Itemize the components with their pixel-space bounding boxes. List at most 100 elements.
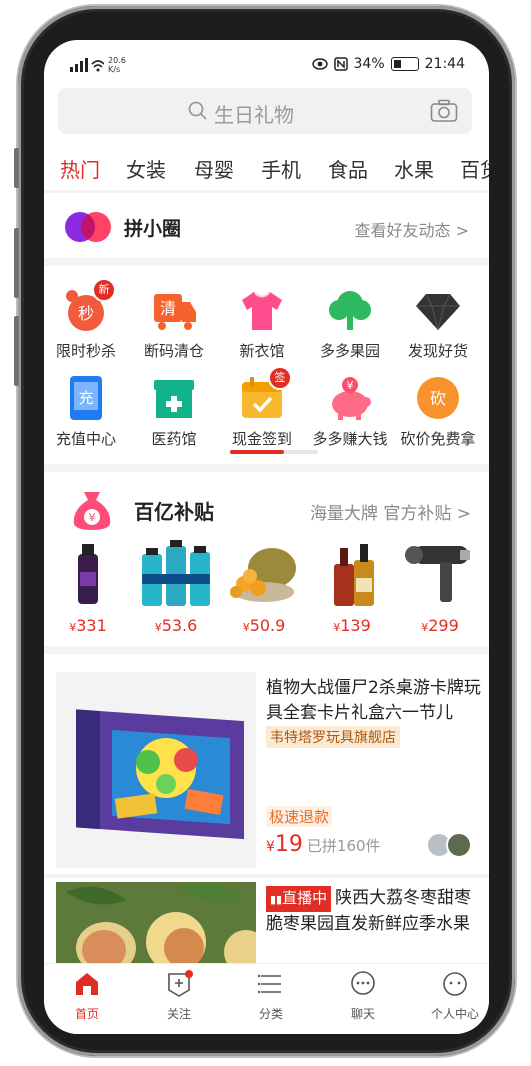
truck-icon: 清 [150,286,198,334]
nav-home[interactable]: 首页 [52,970,122,1022]
grid-label: 多多果园 [319,342,380,360]
live-tag: ▮▮直播中 [266,886,332,912]
eye-icon [311,58,328,70]
grid-label: 新衣馆 [239,342,285,360]
checkin-badge: 签 [268,366,292,390]
subsidy-product[interactable]: ¥50.9 [224,540,304,635]
nav-follow[interactable]: 关注 [144,970,214,1022]
tab-women[interactable]: 女装 [126,154,166,183]
grid-checkin[interactable]: 签 现金签到 [218,366,306,449]
product-massage-gun-image [405,546,470,602]
svg-text:¥: ¥ [89,511,96,524]
nav-label: 个人中心 [430,1007,479,1021]
nav-chat[interactable]: 聊天 [328,970,398,1022]
grid-new-clothes[interactable]: 新衣馆 [218,286,306,361]
grid-label: 限时秒杀 [55,342,116,360]
view-friends-link[interactable]: 查看好友动态 > [355,217,470,241]
profile-icon [443,972,467,996]
tab-fruit[interactable]: 水果 [394,154,434,183]
divider [44,464,489,472]
nav-label: 关注 [166,1007,191,1021]
tree-icon [326,286,374,334]
grid-flash-sale[interactable]: 秒 新 限时秒杀 [44,278,130,361]
diamond-icon [414,286,462,334]
chat-icon [351,971,375,995]
subsidy-product[interactable]: ¥53.6 [136,540,216,635]
search-bar[interactable]: 生日礼物 [58,88,472,134]
battery-percent: 34% [353,56,385,72]
grid-label: 砍价免费拿 [400,430,476,448]
phone-topup-icon: 充 [62,374,110,422]
pin-circle-row[interactable]: 拼小圈 查看好友动态 > [44,196,489,258]
product-mouthwash-image [142,540,210,606]
feed-product-title-live[interactable]: ▮▮直播中 陕西大荔冬枣甜枣脆枣果园直发新鲜应季水果 [266,886,486,937]
feed-product-title[interactable]: 植物大战僵尸2杀桌游卡牌玩具全套卡片礼盒六一节儿 [266,676,486,726]
grid-label: 发现好货 [407,342,468,360]
nav-profile[interactable]: 个人中心 [420,970,489,1022]
grid-discover[interactable]: 发现好货 [394,286,482,361]
home-icon [76,973,98,995]
shirt-icon [238,286,286,334]
grid-bargain[interactable]: 砍 砍价免费拿 [394,374,482,449]
grid-label: 断码清仓 [143,342,204,360]
divider [44,874,489,878]
divider [44,190,489,193]
subsidy-header[interactable]: ¥ 百亿补贴 海量大牌 官方补贴 > [44,478,489,538]
new-badge: 新 [92,278,116,302]
network-speed: 20.6 K/s [108,56,126,74]
app-screen: 20.6 K/s 34% 21:44 生日礼物 热门 女装 母婴 手机 食品 水… [44,40,489,1034]
subsidy-product[interactable]: ¥139 [312,540,392,635]
subsidy-link[interactable]: 海量大牌 官方补贴 > [310,499,471,524]
shop-tag[interactable]: 韦特塔罗玩具旗舰店 [266,726,400,748]
tab-food[interactable]: 食品 [328,154,368,183]
pin-circle-logo-icon [65,212,111,242]
tab-general[interactable]: 百货 [460,154,489,183]
svg-text:砍: 砍 [430,389,446,408]
signal-icon [70,58,104,72]
product-fruit-image [230,548,296,602]
category-tabs: 热门 女装 母婴 手机 食品 水果 百货 [44,148,489,196]
money-bag-icon: ¥ [73,492,111,530]
tab-hot[interactable]: 热门 [60,154,100,183]
grid-earn-money[interactable]: ¥ 多多赚大钱 [306,374,394,449]
product-price: ¥53.6 [154,616,198,635]
svg-text:¥: ¥ [347,379,354,392]
feed-product-price: ¥19 已拼160件 [266,832,381,857]
subsidy-product[interactable]: ¥299 [400,540,480,635]
fast-refund-tag: 极速退款 [266,806,333,827]
subsidy-title: 百亿补贴 [134,500,214,524]
side-button [14,316,19,386]
product-price: ¥139 [333,616,371,635]
grid-scroll-indicator [230,450,318,454]
grid-label: 现金签到 [231,430,292,448]
grid-clearance[interactable]: 清 断码清仓 [130,286,218,361]
live-icon: ▮▮ [270,893,283,906]
pin-circle-title: 拼小圈 [124,218,182,240]
camera-icon[interactable] [430,99,458,123]
grid-label: 充值中心 [55,430,116,448]
svg-text:清: 清 [160,299,176,318]
grid-pharmacy[interactable]: 医药馆 [130,374,218,449]
side-button [14,148,19,188]
status-time: 21:44 [424,56,465,72]
status-bar: 20.6 K/s 34% 21:44 [44,40,489,88]
product-liquor-image [334,544,374,606]
subsidy-product[interactable]: ¥331 [48,540,128,635]
buyer-avatars [426,832,472,858]
nav-category[interactable]: 分类 [236,970,306,1022]
product-bottle-image [78,544,98,604]
feed-product-image[interactable] [56,672,256,868]
grid-recharge[interactable]: 充 充值中心 [44,374,130,449]
battery-icon [390,57,419,71]
divider [44,258,489,266]
product-price: ¥299 [421,616,459,635]
tab-baby[interactable]: 母婴 [194,154,234,183]
grid-orchard[interactable]: 多多果园 [306,286,394,361]
svg-text:充: 充 [78,389,93,407]
svg-text:秒: 秒 [78,304,94,323]
grid-label: 医药馆 [151,430,197,448]
medicine-box-icon [150,374,198,422]
feed-product-image[interactable] [56,882,256,966]
tab-phones[interactable]: 手机 [261,154,301,183]
nav-label: 首页 [74,1007,99,1021]
